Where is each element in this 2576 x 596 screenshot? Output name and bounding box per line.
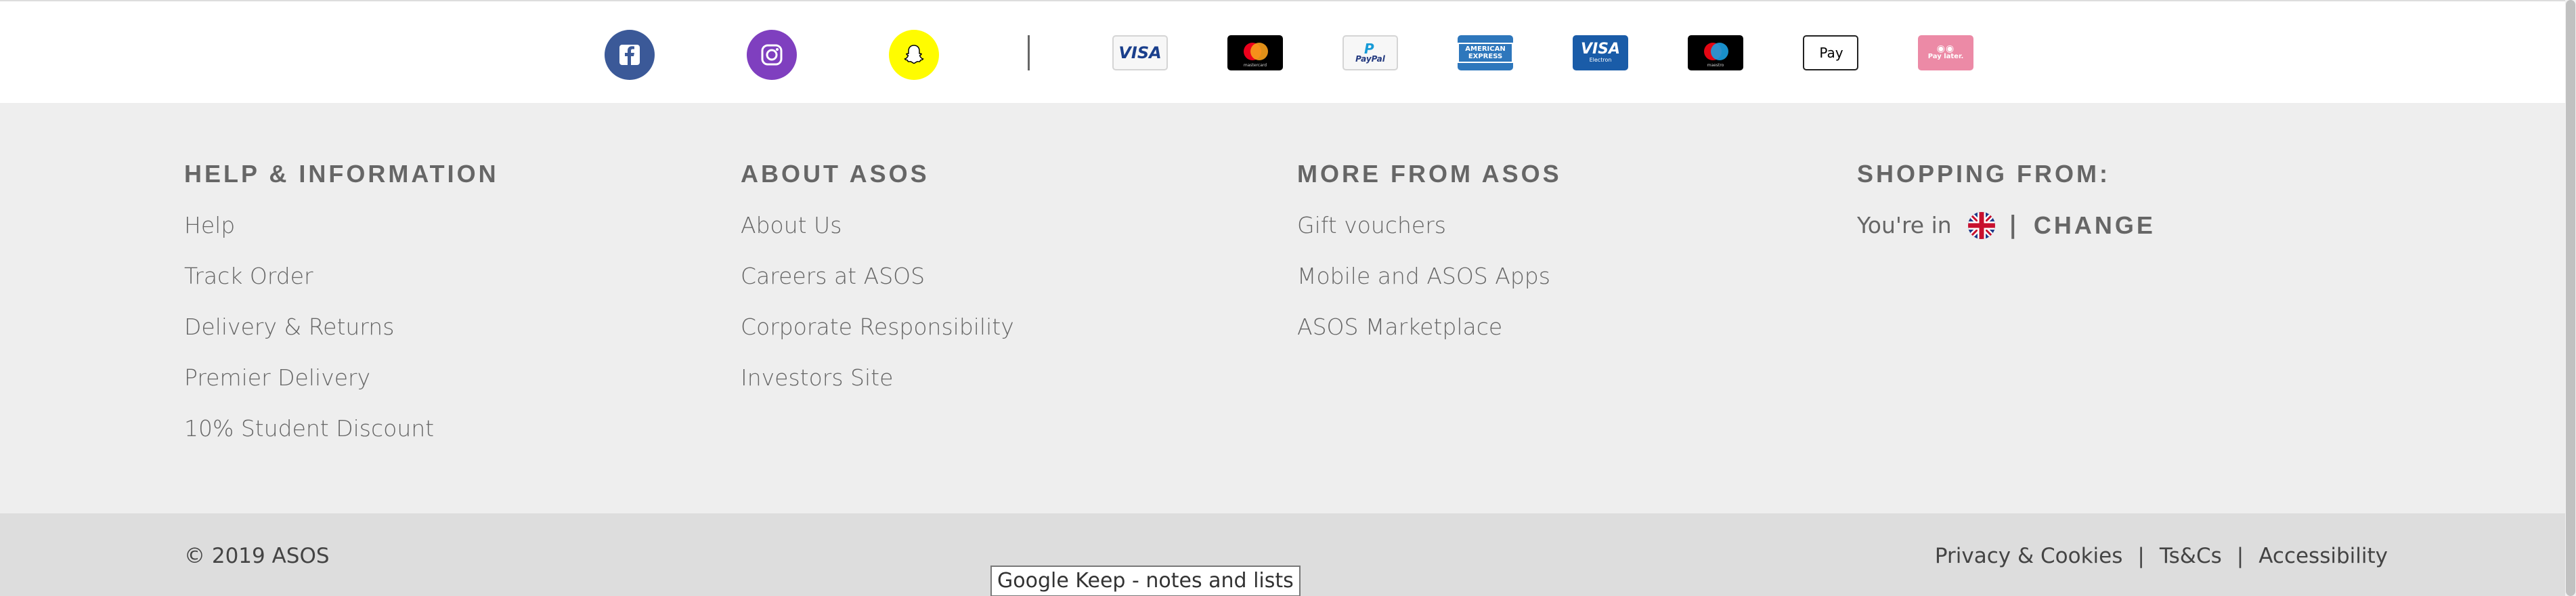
copyright-text: © 2019 ASOS <box>184 544 330 568</box>
footer-link-marketplace[interactable]: ASOS Marketplace <box>1297 310 1562 344</box>
footer-link-student-discount[interactable]: 10% Student Discount <box>184 412 499 446</box>
footer-link-gift-vouchers[interactable]: Gift vouchers <box>1297 209 1562 242</box>
more-from-asos-column: MORE FROM ASOS Gift vouchers Mobile and … <box>1297 157 1562 361</box>
facebook-icon <box>619 45 640 65</box>
legal-separator: | <box>2236 544 2244 568</box>
apple-pay-icon: Pay <box>1803 35 1858 70</box>
visa-electron-label: VISA <box>1580 41 1621 58</box>
help-information-heading: HELP & INFORMATION <box>184 160 499 188</box>
help-information-column: HELP & INFORMATION Help Track Order Deli… <box>184 157 499 463</box>
mastercard-icon: mastercard <box>1227 35 1283 70</box>
vertical-divider <box>1028 35 1030 70</box>
social-payment-strip: VISA mastercard P PayPal AMERICAN EXPRES… <box>0 0 2576 103</box>
footer-link-delivery-returns[interactable]: Delivery & Returns <box>184 310 499 344</box>
footer-link-careers[interactable]: Careers at ASOS <box>741 259 1014 293</box>
amex-icon: AMERICAN EXPRESS <box>1458 35 1513 70</box>
snapchat-link[interactable] <box>889 30 939 80</box>
apple-pay-label: Pay <box>1819 45 1843 61</box>
page: VISA mastercard P PayPal AMERICAN EXPRES… <box>0 0 2576 596</box>
tooltip: Google Keep - notes and lists <box>990 566 1301 596</box>
snapchat-icon <box>904 45 924 64</box>
maestro-blue-circle <box>1711 43 1728 60</box>
legal-separator: | <box>2137 544 2145 568</box>
privacy-cookies-link[interactable]: Privacy & Cookies <box>1935 539 2123 573</box>
instagram-link[interactable] <box>747 30 797 80</box>
shipping-country-row: You're in | CHANGE <box>1857 209 2156 242</box>
facebook-link[interactable] <box>605 30 655 80</box>
clearpay-caption: Pay later. <box>1927 53 1964 60</box>
footer-link-mobile-apps[interactable]: Mobile and ASOS Apps <box>1297 259 1562 293</box>
maestro-caption: maestro <box>1707 63 1724 68</box>
uk-flag-icon <box>1967 212 1995 239</box>
footer-links: HELP & INFORMATION Help Track Order Deli… <box>0 103 2576 513</box>
footer-link-track-order[interactable]: Track Order <box>184 259 499 293</box>
visa-electron-icon: VISA Electron <box>1573 35 1628 70</box>
youre-in-label: You're in <box>1857 212 1952 238</box>
maestro-icon: maestro <box>1688 35 1743 70</box>
mastercard-yellow-circle <box>1250 43 1268 60</box>
change-country-button[interactable]: CHANGE <box>2034 209 2156 242</box>
accessibility-link[interactable]: Accessibility <box>2258 539 2388 573</box>
scrollbar-thumb[interactable] <box>2566 0 2575 596</box>
clearpay-icon: ◉◉ Pay later. <box>1918 35 1973 70</box>
shopping-from-column: SHOPPING FROM: You're in | CHANGE <box>1857 157 2156 242</box>
paypal-icon: P PayPal <box>1342 35 1398 70</box>
visa-label: VISA <box>1118 43 1162 62</box>
paypal-label: PayPal <box>1355 54 1385 64</box>
footer-link-corporate-responsibility[interactable]: Corporate Responsibility <box>741 310 1014 344</box>
visa-electron-caption: Electron <box>1589 57 1612 63</box>
footer-link-about-us[interactable]: About Us <box>741 209 1014 242</box>
terms-link[interactable]: Ts&Cs <box>2160 539 2222 573</box>
more-from-asos-heading: MORE FROM ASOS <box>1297 160 1562 188</box>
shopping-from-heading: SHOPPING FROM: <box>1857 160 2111 188</box>
visa-icon: VISA <box>1112 35 1168 70</box>
shipping-separator: | <box>2008 211 2017 239</box>
about-asos-column: ABOUT ASOS About Us Careers at ASOS Corp… <box>741 157 1014 412</box>
amex-label: AMERICAN EXPRESS <box>1458 43 1513 63</box>
mastercard-caption: mastercard <box>1243 63 1267 68</box>
clearpay-eyes-icon: ◉◉ <box>1936 43 1955 54</box>
instagram-icon <box>761 44 783 66</box>
footer-link-help[interactable]: Help <box>184 209 499 242</box>
legal-links: Privacy & Cookies | Ts&Cs | Accessibilit… <box>1935 539 2388 573</box>
about-asos-heading: ABOUT ASOS <box>741 160 930 188</box>
footer-link-investors[interactable]: Investors Site <box>741 361 1014 395</box>
footer-link-premier-delivery[interactable]: Premier Delivery <box>184 361 499 395</box>
